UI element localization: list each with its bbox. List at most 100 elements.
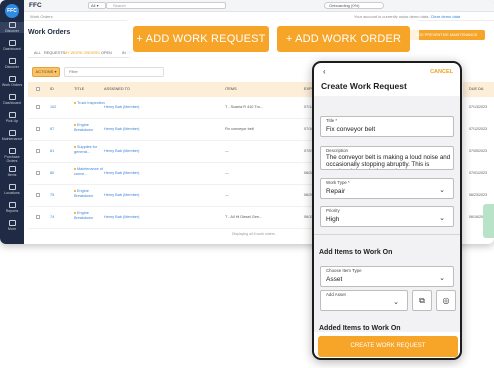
sidebar-item[interactable]: Maintenance [0, 130, 24, 141]
due-date-cell: 07/13/2023 [469, 105, 487, 109]
column-assigned-to[interactable]: ASSIGNED TO [104, 87, 130, 91]
row-title[interactable]: Truck Inspection [74, 101, 108, 106]
table-row[interactable]: 74 Engine Breakdown Henry Bab (Member) T - … [28, 207, 323, 229]
sidebar-item[interactable]: Reports [0, 202, 24, 213]
row-title[interactable]: Maintenance of conve... [74, 167, 108, 177]
table-row[interactable]: 102 Truck Inspection Henry Bab (Member) T -… [28, 97, 323, 119]
column-items[interactable]: ITEMS [225, 87, 237, 91]
row-title[interactable]: Engine Breakdown [74, 123, 108, 133]
table-row[interactable]: 75Engine BreakdownHenry Bab (Member)—06/… [28, 185, 323, 207]
form-body: Title * Fix conveyor belt Description Th… [314, 96, 460, 332]
row-assignee[interactable]: Henry Bab (Member) [104, 193, 139, 198]
status-dot-icon [74, 124, 76, 126]
row-checkbox[interactable] [36, 193, 40, 197]
priority-value: High [326, 216, 340, 223]
table-row[interactable]: 87 Engine Breakdown Henry Bab (Member) Fix … [28, 119, 323, 141]
search-input[interactable]: Search [106, 2, 226, 9]
create-work-request-button[interactable]: CREATE WORK REQUEST [318, 336, 458, 357]
tab-all[interactable]: ALL [34, 51, 41, 55]
table-row[interactable]: 81 Supplies for generat... Henry Bab (Memb… [28, 141, 323, 163]
row-checkbox[interactable] [36, 215, 40, 219]
chevron-down-icon: ⌄ [439, 215, 445, 222]
status-dot-icon [74, 102, 76, 104]
status-dot-icon [74, 146, 76, 148]
sidebar-item[interactable]: Discover [0, 22, 24, 33]
sidebar-item[interactable]: Discover [0, 58, 24, 69]
back-icon[interactable]: ‹ [323, 67, 326, 76]
column-title[interactable]: TITLE [74, 87, 84, 91]
row-id[interactable]: 87 [50, 127, 54, 132]
row-assignee[interactable]: Henry Bab (Member) [104, 105, 139, 110]
feedback-tab[interactable] [483, 204, 494, 238]
item-type-select[interactable]: Choose Item Type Asset ⌄ [320, 266, 454, 287]
tab-my-work-orders[interactable]: MY WORK ORDERS [64, 51, 100, 55]
row-id[interactable]: 81 [50, 149, 54, 154]
row-assignee[interactable]: Henry Bab (Member) [104, 149, 139, 154]
title-field[interactable]: Title * Fix conveyor belt [320, 116, 454, 137]
sidebar-item[interactable]: More [0, 220, 24, 231]
status-dot-icon [74, 168, 76, 170]
filter-input[interactable]: Filter [64, 67, 164, 77]
row-id[interactable]: 80 [50, 171, 54, 176]
row-title-text: Engine Breakdown [74, 123, 93, 132]
sidebar-item[interactable]: Dashboard [0, 94, 24, 105]
nav-icon [8, 148, 16, 154]
description-field[interactable]: Description The conveyor belt is making … [320, 146, 454, 170]
item-type-value: Asset [326, 276, 343, 283]
chevron-down-icon: ⌄ [439, 275, 445, 282]
onboarding-progress[interactable]: Onboarding (0%) [324, 2, 384, 9]
row-id[interactable]: 75 [50, 193, 54, 198]
due-date-cell: 07/01/2023 [469, 171, 487, 175]
row-title[interactable]: Engine Breakdown [74, 211, 108, 221]
row-checkbox[interactable] [36, 171, 40, 175]
chevron-down-icon: ⌄ [439, 187, 445, 194]
sidebar-item[interactable]: Pick Up [0, 112, 24, 123]
actions-dropdown[interactable]: ACTIONS ▾ [32, 67, 60, 77]
row-title[interactable]: Supplies for generat... [74, 145, 108, 155]
add-work-order-button[interactable]: + ADD WORK ORDER [277, 26, 410, 52]
sidebar-item[interactable]: Items [0, 166, 24, 177]
section-divider [314, 234, 460, 235]
clear-demo-link[interactable]: Clear demo data [431, 14, 461, 19]
row-id[interactable]: 74 [50, 215, 54, 220]
add-asset-select[interactable]: Add Asset ⌄ [320, 290, 408, 311]
row-checkbox[interactable] [36, 127, 40, 131]
work-type-value: Repair [326, 188, 346, 195]
breadcrumb: Work Orders [30, 14, 53, 19]
description-label: Description [326, 148, 348, 153]
work-type-label: Work Type * [326, 180, 350, 185]
sidebar-item[interactable]: Work Orders [0, 76, 24, 87]
sidebar-item-label: Maintenance [1, 137, 23, 141]
cancel-button[interactable]: CANCEL [430, 69, 453, 75]
row-title[interactable]: Engine Breakdown [74, 189, 108, 199]
work-type-select[interactable]: Work Type * Repair ⌄ [320, 178, 454, 199]
row-title-text: Maintenance of conve... [74, 167, 103, 176]
sidebar-item-label: Dashboard [3, 47, 21, 51]
select-all-checkbox[interactable] [36, 87, 40, 91]
nav-icon [8, 202, 16, 208]
sidebar-item[interactable]: Purchase Orders [0, 148, 24, 163]
column-id[interactable]: ID [50, 87, 54, 91]
tab-requests[interactable]: REQUESTS [44, 51, 65, 55]
sidebar-item[interactable]: Locations [0, 184, 24, 195]
add-work-request-button[interactable]: + ADD WORK REQUEST [133, 26, 269, 52]
tab-open[interactable]: OPEN [101, 51, 112, 55]
row-checkbox[interactable] [36, 149, 40, 153]
scope-selector[interactable]: All ▾ [88, 2, 106, 9]
nav-icon [8, 40, 16, 46]
chevron-down-icon: ⌄ [393, 299, 399, 306]
table-row[interactable]: 80 Maintenance of conve... Henry Bab (Memb… [28, 163, 323, 185]
row-assignee[interactable]: Henry Bab (Member) [104, 215, 139, 220]
sidebar-item[interactable]: Dashboard [0, 40, 24, 51]
add-items-heading: Add Items to Work On [319, 249, 393, 256]
row-id[interactable]: 102 [50, 105, 56, 110]
nav-icon [8, 22, 16, 28]
barcode-scan-icon[interactable]: ◎ [436, 290, 456, 311]
priority-select[interactable]: Priority High ⌄ [320, 206, 454, 227]
row-assignee[interactable]: Henry Bab (Member) [104, 127, 139, 132]
qr-scan-icon[interactable]: ⧉ [412, 290, 432, 311]
row-assignee[interactable]: Henry Bab (Member) [104, 171, 139, 176]
sidebar-item-label: Locations [4, 191, 20, 195]
top-bar: FFC All ▾ Search Onboarding (0%) [24, 0, 494, 12]
row-checkbox[interactable] [36, 105, 40, 109]
